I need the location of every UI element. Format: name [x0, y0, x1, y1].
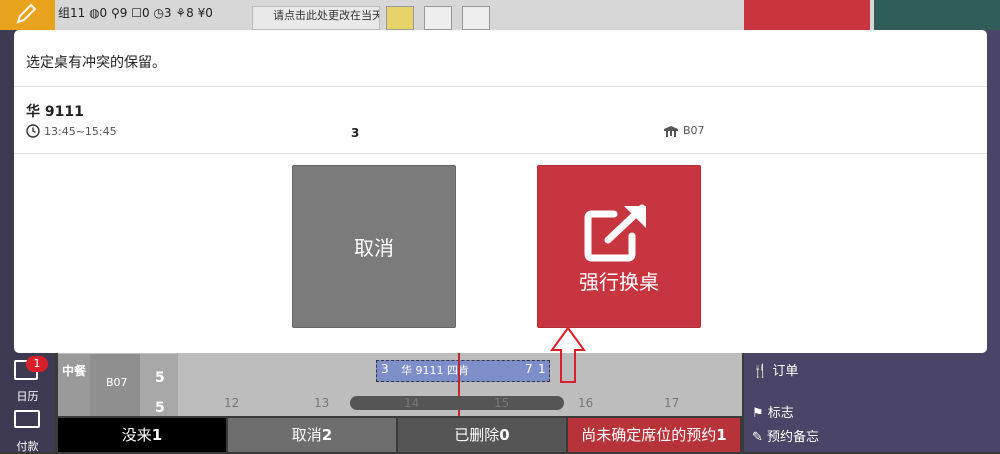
topbar-stats: 组11 ◍0 ⚲9 ☐0 ◷3 ⚘8 ¥0 [58, 6, 213, 20]
edit-button[interactable] [0, 0, 55, 30]
expand-button[interactable] [462, 6, 490, 30]
hour-tick: 14 [404, 396, 420, 410]
cancel-button[interactable]: 取消 [292, 165, 456, 328]
force-change-table-label: 强行换桌 [579, 270, 659, 294]
reservation-name: 华 9111 [26, 104, 84, 120]
clock-icon [26, 124, 40, 138]
table-id: B07 [106, 376, 128, 389]
party-size: 3 [351, 126, 360, 140]
reservation-size: 3 [381, 362, 389, 376]
force-change-table-button[interactable]: 强行换桌 [537, 165, 701, 328]
layout-view-button[interactable] [386, 6, 414, 30]
meal-label: 中餐 [58, 354, 90, 416]
square-view-button[interactable] [424, 6, 452, 30]
hour-tick: 17 [664, 396, 680, 410]
conflict-dialog: 选定桌有冲突的保留。 华 9111 13:45~15:45 3 B07 取消 强… [14, 30, 987, 353]
arrow-up-icon [550, 326, 586, 383]
reservation-table-id: B07 [683, 124, 705, 137]
topbar-red-button[interactable] [744, 0, 870, 30]
hour-tick: 16 [578, 396, 594, 410]
hour-tick: 15 [494, 396, 510, 410]
sidebar-item-memo[interactable]: ✎ 预约备忘 [752, 426, 819, 445]
tab-deleted[interactable]: 已删除0 [398, 418, 566, 452]
table-cell[interactable]: B07 [90, 354, 140, 416]
sidebar-calendar-label[interactable]: 日历 [0, 388, 55, 404]
payment-icon[interactable] [14, 410, 40, 428]
reservation-num: 1 [538, 362, 546, 376]
capacity-cell: 5 5 [140, 354, 178, 416]
calendar-badge: 1 [26, 356, 48, 372]
external-link-icon [584, 204, 646, 262]
divider [14, 86, 987, 87]
tab-cancelled[interactable]: 取消2 [228, 418, 396, 452]
pencil-icon [16, 3, 37, 24]
hour-tick: 12 [224, 396, 240, 410]
tab-no-show[interactable]: 没来1 [58, 418, 226, 452]
reservation-time-text: 13:45~15:45 [44, 124, 117, 138]
horizontal-scrollbar[interactable] [350, 396, 564, 410]
reservation-table: B07 [663, 124, 705, 137]
reservation-time: 13:45~15:45 [26, 124, 117, 138]
topbar-teal-button[interactable] [874, 0, 1000, 30]
sidebar-item-flags[interactable]: ⚑ 标志 [752, 402, 794, 421]
hour-tick: 13 [314, 396, 330, 410]
tab-unassigned[interactable]: 尚未确定席位的预约1 [568, 418, 740, 452]
sidebar-item-orders[interactable]: 🍴 订单 [752, 360, 798, 379]
reservation-bar[interactable]: 华 9111 四肯 [376, 360, 550, 382]
reservation-seats: 7 [525, 362, 533, 376]
table-icon [664, 125, 678, 137]
divider [14, 153, 987, 154]
dialog-title: 选定桌有冲突的保留。 [26, 55, 166, 71]
day-note-field[interactable]: 请点击此处更改在当天的备注 [252, 6, 380, 30]
